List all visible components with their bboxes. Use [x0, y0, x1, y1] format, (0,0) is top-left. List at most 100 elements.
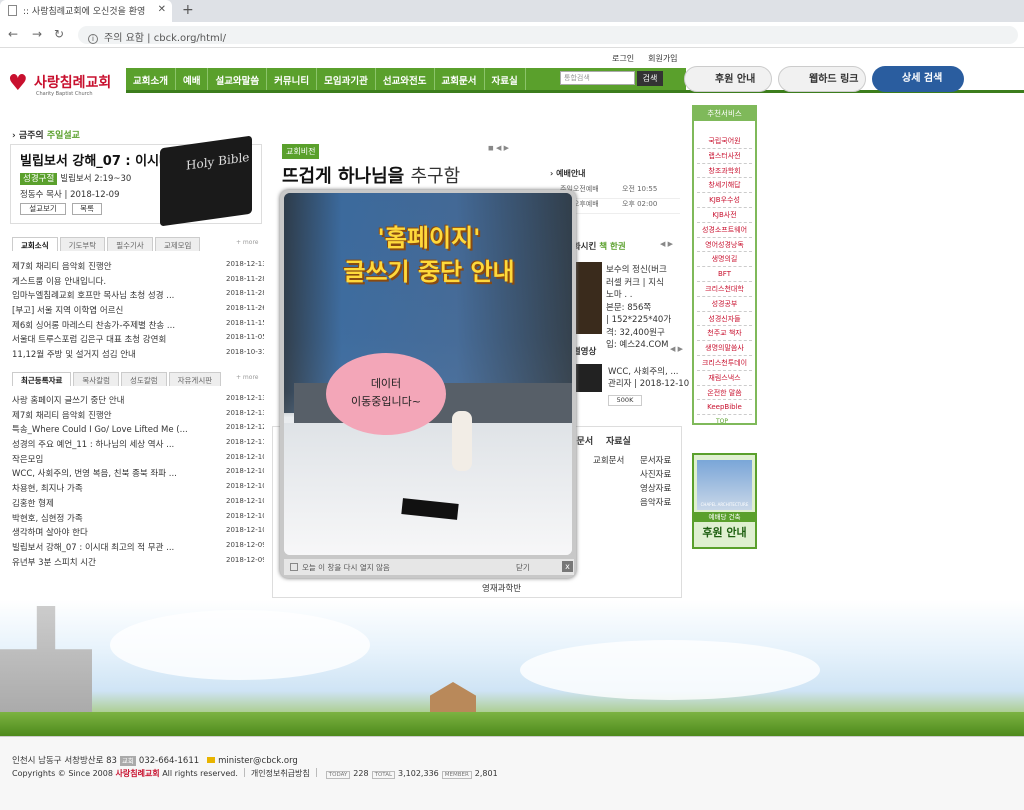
recommend-item[interactable]: 성경공부	[697, 297, 752, 312]
sermon-title[interactable]: 빌립보서 강해_07 : 이시대	[20, 150, 171, 169]
book-nav-arrows[interactable]: ◀ ▶	[660, 240, 673, 248]
recommend-item[interactable]: 랩스터사전	[697, 149, 752, 164]
snow-graphic	[284, 423, 572, 555]
recommend-item[interactable]: KJB사전	[697, 208, 752, 223]
login-link[interactable]: 로그인	[612, 54, 634, 63]
url-field[interactable]: i 주의 요함 | cbck.org/html/	[78, 26, 1018, 44]
tab-articles[interactable]: 필수기사	[107, 237, 153, 251]
category-link[interactable]: 사진자료	[640, 468, 671, 482]
tab-member-column[interactable]: 성도칼럼	[121, 372, 167, 386]
recommend-item[interactable]: BFT	[697, 267, 752, 282]
list-item[interactable]: 임마누엘침례교회 호프만 목사님 초청 성경 ... 2018-11-28	[12, 287, 264, 302]
recommend-item[interactable]: 천주교 책자	[697, 326, 752, 342]
close-icon[interactable]: x	[562, 561, 573, 572]
slide-controls[interactable]: ◼ ◀ ▶	[488, 144, 509, 152]
tab-pastor-column[interactable]: 목사칼럼	[73, 372, 120, 386]
list-item[interactable]: 제7회 채리티 음악회 진행안 2018-12-13	[12, 258, 264, 273]
logo[interactable]: ♥ 사랑침례교회 Charity Baptist Church	[8, 70, 118, 100]
tab-church-news[interactable]: 교회소식	[12, 237, 58, 251]
recommend-item[interactable]: 재림스낵스	[697, 371, 752, 386]
nav-item-worship[interactable]: 예배	[176, 68, 209, 90]
divider	[315, 768, 317, 777]
list-item[interactable]: 사랑 홈페이지 글쓰기 중단 안내 2018-12-13	[12, 392, 264, 407]
nav-item-groups[interactable]: 모임과기관	[317, 68, 376, 90]
list-item[interactable]: 박현호, 심현정 가족 2018-12-10	[12, 510, 264, 525]
tab-recent[interactable]: 최근등록자료	[12, 372, 72, 386]
footer-email[interactable]: minister@cbck.org	[218, 756, 298, 766]
category-link[interactable]: 문서자료	[640, 454, 671, 468]
join-link[interactable]: 회원가입	[648, 54, 677, 63]
list-item[interactable]: 11,12월 주방 및 설거지 섬김 안내 2018-10-31	[12, 346, 264, 361]
search-input[interactable]: 통합검색	[560, 71, 635, 85]
list-item[interactable]: 성경의 주요 예언_11 : 하나님의 세상 역사 ... 2018-12-11	[12, 436, 264, 451]
recommend-item[interactable]: 생명의말씀사	[697, 341, 752, 356]
dont-show-label[interactable]: 오늘 이 창을 다시 열지 않음	[302, 563, 390, 572]
list-item[interactable]: [부고] 서울 지역 이학엽 어르신 2018-11-26	[12, 302, 264, 317]
reload-icon[interactable]: ↻	[54, 27, 64, 41]
info-icon[interactable]: i	[88, 34, 98, 44]
more-link[interactable]: + more	[236, 239, 258, 246]
video-500k-button[interactable]: 500K	[608, 395, 642, 406]
list-item[interactable]: 김홍한 형제 2018-12-10	[12, 495, 264, 510]
advanced-search-button[interactable]: 상세 검색	[872, 66, 964, 92]
list-item[interactable]: 특송_Where Could I Go/ Love Lifted Me (...…	[12, 421, 264, 436]
recommend-item[interactable]: 성경소프트웨어	[697, 223, 752, 238]
list-item[interactable]: 유년부 3분 스피치 시간 2018-12-09	[12, 554, 264, 569]
recommend-item[interactable]: 성경신자들	[697, 312, 752, 327]
recommend-item[interactable]: 크리스천투데이	[697, 356, 752, 371]
category-link[interactable]: 음악자료	[640, 496, 671, 510]
sermon-list-button[interactable]: 목록	[72, 203, 102, 215]
recommend-item[interactable]: 창조과학회	[697, 164, 752, 179]
recommend-item[interactable]: 창세기해답	[697, 178, 752, 194]
popup-close-link[interactable]: 닫기	[516, 562, 530, 573]
recommend-item[interactable]: KeepBible	[697, 400, 752, 416]
recommend-item[interactable]: 국립국어원	[697, 134, 752, 149]
recommend-item[interactable]: 온전한 말씀	[697, 386, 752, 401]
more-link[interactable]: + more	[236, 374, 258, 381]
nav-item-archive[interactable]: 자료실	[485, 68, 526, 90]
item-title: 사랑 홈페이지 글쓰기 중단 안내	[12, 396, 125, 406]
browser-tab[interactable]: :: 사랑침례교회에 오신것을 환영 ✕	[0, 0, 172, 22]
recommend-item[interactable]: 생명의길	[697, 252, 752, 268]
category-link[interactable]: 교회문서	[593, 454, 624, 466]
list-item[interactable]: 작은모임 2018-12-10	[12, 451, 264, 466]
privacy-link[interactable]: 개인정보취급방침	[251, 769, 310, 778]
nav-item-documents[interactable]: 교회문서	[435, 68, 485, 90]
search-button[interactable]: 검색	[637, 71, 663, 86]
recommend-item[interactable]: 크리스천대학	[697, 282, 752, 297]
science-class-link[interactable]: 영재과학반	[482, 582, 521, 594]
list-item[interactable]: 제6회 싱어롱 마레스티 찬송가-주제별 찬송 ... 2018-11-15	[12, 317, 264, 332]
tab-prayer[interactable]: 기도부탁	[59, 237, 106, 251]
list-item[interactable]: 제7회 채리티 음악회 진행안 2018-12-13	[12, 407, 264, 422]
nav-item-community[interactable]: 커뮤니티	[267, 68, 318, 90]
recommend-item[interactable]: 영어성경낭독	[697, 238, 752, 253]
list-item[interactable]: 빌립보서 강해_07 : 이시대 최고의 적 무관 ... 2018-12-09	[12, 539, 264, 554]
donate-button[interactable]: 후원 안내	[684, 66, 772, 92]
list-item[interactable]: 게스트룸 이용 안내입니다. 2018-11-28	[12, 273, 264, 288]
recommend-item[interactable]: KJB우수성	[697, 193, 752, 208]
webhard-button[interactable]: 웹하드 링크	[778, 66, 866, 92]
video-nav-arrows[interactable]: ◀ ▶	[670, 345, 683, 353]
list-item[interactable]: 서울대 트루스포럼 김은구 대표 초청 강연회 2018-11-05	[12, 331, 264, 346]
tab-free-board[interactable]: 자유게시판	[168, 372, 222, 386]
new-tab-icon[interactable]: +	[182, 2, 194, 18]
view-sermon-button[interactable]: 설교보기	[20, 203, 66, 215]
category-link[interactable]: 영상자료	[640, 482, 671, 496]
verse-text: 빌립보서 2:19~30	[60, 174, 132, 184]
nav-item-about[interactable]: 교회소개	[126, 68, 176, 90]
nav-item-mission[interactable]: 선교와전도	[376, 68, 435, 90]
back-icon[interactable]: ←	[8, 27, 18, 41]
forward-icon[interactable]: →	[32, 27, 42, 41]
popup-title-line2: 글쓰기 중단 안내	[343, 258, 515, 286]
dont-show-checkbox[interactable]	[290, 563, 298, 571]
category-head[interactable]: 자료실	[606, 434, 652, 447]
worship-title-text: 예배안내	[556, 169, 586, 178]
list-item[interactable]: WCC, 사회주의, 번영 복음, 친북 종북 좌파 ... 2018-12-10	[12, 465, 264, 480]
tab-fellowship[interactable]: 교제모임	[154, 237, 201, 251]
pastor-name: 정동수 목사	[20, 190, 62, 200]
nav-item-sermon[interactable]: 설교와말씀	[208, 68, 268, 90]
close-tab-icon[interactable]: ✕	[158, 4, 166, 15]
top-button[interactable]: TOP	[716, 418, 728, 425]
list-item[interactable]: 차용현, 최지나 가족 2018-12-10	[12, 480, 264, 495]
list-item[interactable]: 생각하며 살아야 한다 2018-12-10	[12, 524, 264, 539]
